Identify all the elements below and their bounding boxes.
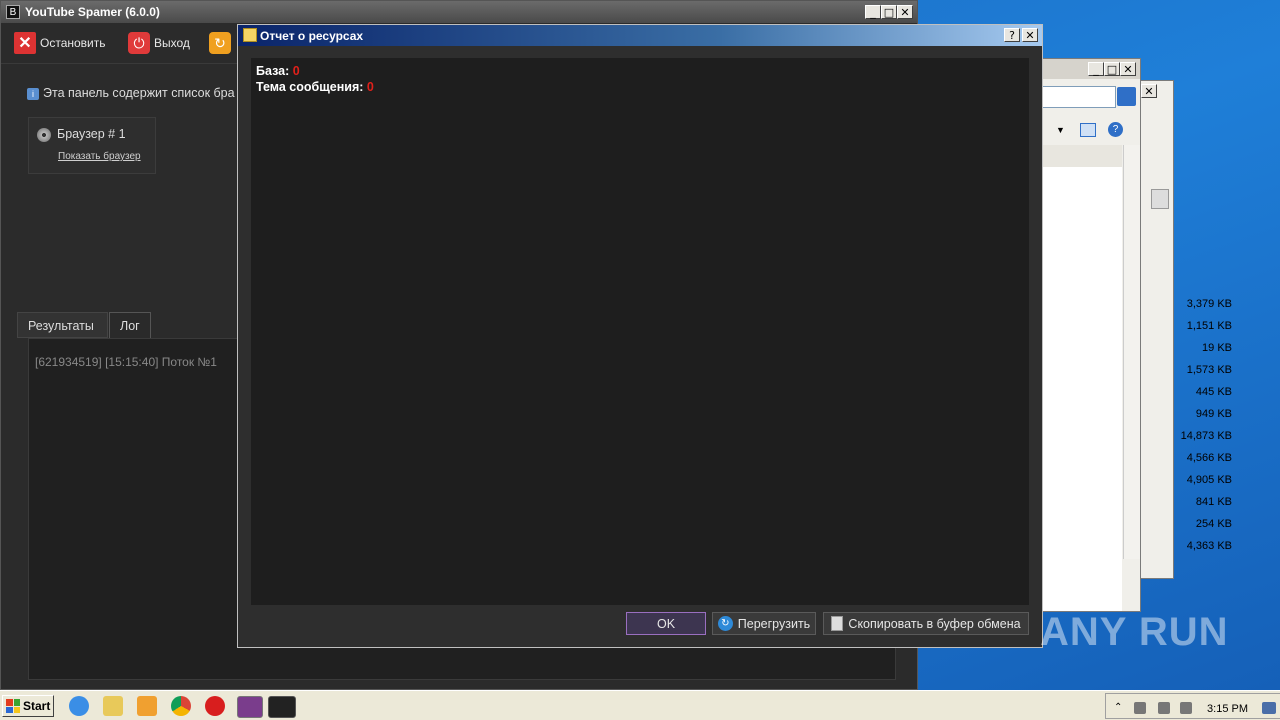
show-desktop-icon[interactable] xyxy=(1262,702,1276,714)
power-icon: ⏻ xyxy=(128,32,150,54)
address-bar[interactable] xyxy=(1042,86,1116,108)
minimize-button[interactable]: _ xyxy=(1088,62,1104,76)
stop-button[interactable]: ✕ Остановить xyxy=(14,31,106,55)
file-size: 4,363 KB xyxy=(1186,540,1232,552)
network-icon[interactable] xyxy=(1134,702,1146,714)
scrollbar[interactable] xyxy=(1123,145,1140,559)
start-button[interactable]: Start xyxy=(2,695,54,717)
report-row-base: База: 0 xyxy=(256,64,300,78)
view-icon[interactable] xyxy=(1080,123,1096,137)
info-label: Эта панель содержит список бра xyxy=(43,86,235,100)
tab-log[interactable]: Лог xyxy=(109,312,151,338)
window-title: YouTube Spamer (6.0.0) xyxy=(25,5,160,19)
taskbar: Start ⌃ 3:15 PM xyxy=(0,690,1280,720)
minimize-button[interactable]: _ xyxy=(865,5,881,19)
app-icon: B xyxy=(6,5,20,19)
winrar-icon[interactable] xyxy=(237,696,263,718)
browser-name: Браузер # 1 xyxy=(37,127,126,142)
tab-label: Результаты xyxy=(28,319,94,333)
disc-icon xyxy=(37,127,51,142)
row-value: 0 xyxy=(292,64,300,78)
copy-to-clipboard-button[interactable]: Скопировать в буфер обмена xyxy=(823,612,1029,635)
copy-label: Скопировать в буфер обмена xyxy=(848,616,1021,631)
show-browser-link[interactable]: Показать браузер xyxy=(58,151,141,162)
row-label: Тема сообщения xyxy=(256,80,360,94)
dialog-title: Отчет о ресурсах xyxy=(260,29,364,43)
close-button[interactable]: ✕ xyxy=(1022,28,1038,42)
info-icon: i xyxy=(27,88,39,100)
refresh-icon: ↻ xyxy=(209,32,231,54)
row-label: База xyxy=(256,64,286,78)
chevron-up-icon[interactable]: ⌃ xyxy=(1114,702,1126,714)
ok-button[interactable]: OK xyxy=(626,612,706,635)
tab-label: Лог xyxy=(120,319,140,333)
resource-report-dialog[interactable]: Отчет о ресурсах ? ✕ База: 0 Тема сообще… xyxy=(237,24,1043,648)
file-size: 1,151 KB xyxy=(1186,320,1232,332)
column-header[interactable] xyxy=(1042,145,1122,168)
file-size: 3,379 KB xyxy=(1186,298,1232,310)
browser-card[interactable]: Браузер # 1 Показать браузер xyxy=(28,117,156,174)
close-button[interactable]: ✕ xyxy=(1120,62,1136,76)
maximize-button[interactable]: □ xyxy=(881,5,897,19)
watermark: ANY RUN xyxy=(1040,610,1229,654)
explorer-window[interactable]: _ □ ✕ ▼ ? xyxy=(1041,58,1141,612)
chrome-icon[interactable] xyxy=(171,696,191,716)
file-size: 254 KB xyxy=(1195,518,1232,530)
ok-label: OK xyxy=(656,616,676,631)
chevron-down-icon[interactable]: ▼ xyxy=(1056,125,1065,135)
tab-results[interactable]: Результаты xyxy=(17,312,108,338)
volume-icon[interactable] xyxy=(1158,702,1170,714)
exit-label: Выход xyxy=(154,36,190,50)
scrollbar[interactable] xyxy=(1151,189,1169,209)
main-titlebar[interactable]: B YouTube Spamer (6.0.0) _ □ ✕ xyxy=(1,1,917,23)
system-tray: ⌃ 3:15 PM xyxy=(1105,693,1280,719)
file-size: 841 KB xyxy=(1195,496,1232,508)
folder-icon[interactable] xyxy=(103,696,123,716)
file-size: 445 KB xyxy=(1195,386,1232,398)
file-list xyxy=(1042,167,1122,611)
youtube-spamer-taskbar-icon[interactable] xyxy=(268,696,296,718)
media-player-icon[interactable] xyxy=(137,696,157,716)
help-button[interactable]: ? xyxy=(1004,28,1020,42)
clock: 3:15 PM xyxy=(1207,703,1248,715)
opera-icon[interactable] xyxy=(205,696,225,716)
start-label: Start xyxy=(23,699,51,713)
search-icon[interactable] xyxy=(1117,87,1136,106)
reload-icon: ↻ xyxy=(717,616,733,631)
dialog-titlebar[interactable]: Отчет о ресурсах ? ✕ xyxy=(238,25,1042,46)
maximize-button[interactable]: □ xyxy=(1104,62,1120,76)
close-button[interactable]: ✕ xyxy=(1141,84,1157,98)
info-text: i Эта панель содержит список бра xyxy=(27,86,235,100)
stop-label: Остановить xyxy=(40,36,106,50)
reload-label: Перегрузить xyxy=(737,616,811,631)
file-size: 14,873 KB xyxy=(1180,430,1232,442)
help-icon[interactable]: ? xyxy=(1108,122,1123,137)
log-line: [621934519] [15:15:40] Поток №1 xyxy=(35,355,217,369)
flag-icon[interactable] xyxy=(1180,702,1192,714)
windows-logo-icon xyxy=(6,699,20,713)
exit-button[interactable]: ⏻ Выход xyxy=(128,31,190,55)
file-size: 1,573 KB xyxy=(1186,364,1232,376)
refresh-button[interactable]: ↻ xyxy=(209,31,231,55)
row-value: 0 xyxy=(366,80,374,94)
file-size: 4,905 KB xyxy=(1186,474,1232,486)
close-button[interactable]: ✕ xyxy=(897,5,913,19)
browser-name-label: Браузер # 1 xyxy=(57,127,126,141)
report-row-topic: Тема сообщения: 0 xyxy=(256,80,374,94)
file-size: 19 KB xyxy=(1202,342,1232,354)
file-size: 949 KB xyxy=(1195,408,1232,420)
document-icon xyxy=(243,28,257,42)
clipboard-icon xyxy=(831,616,844,631)
report-panel: База: 0 Тема сообщения: 0 xyxy=(251,58,1029,605)
file-size: 4,566 KB xyxy=(1186,452,1232,464)
reload-button[interactable]: ↻ Перегрузить xyxy=(712,612,816,635)
ie-icon[interactable] xyxy=(69,696,89,716)
stop-icon: ✕ xyxy=(14,32,36,54)
